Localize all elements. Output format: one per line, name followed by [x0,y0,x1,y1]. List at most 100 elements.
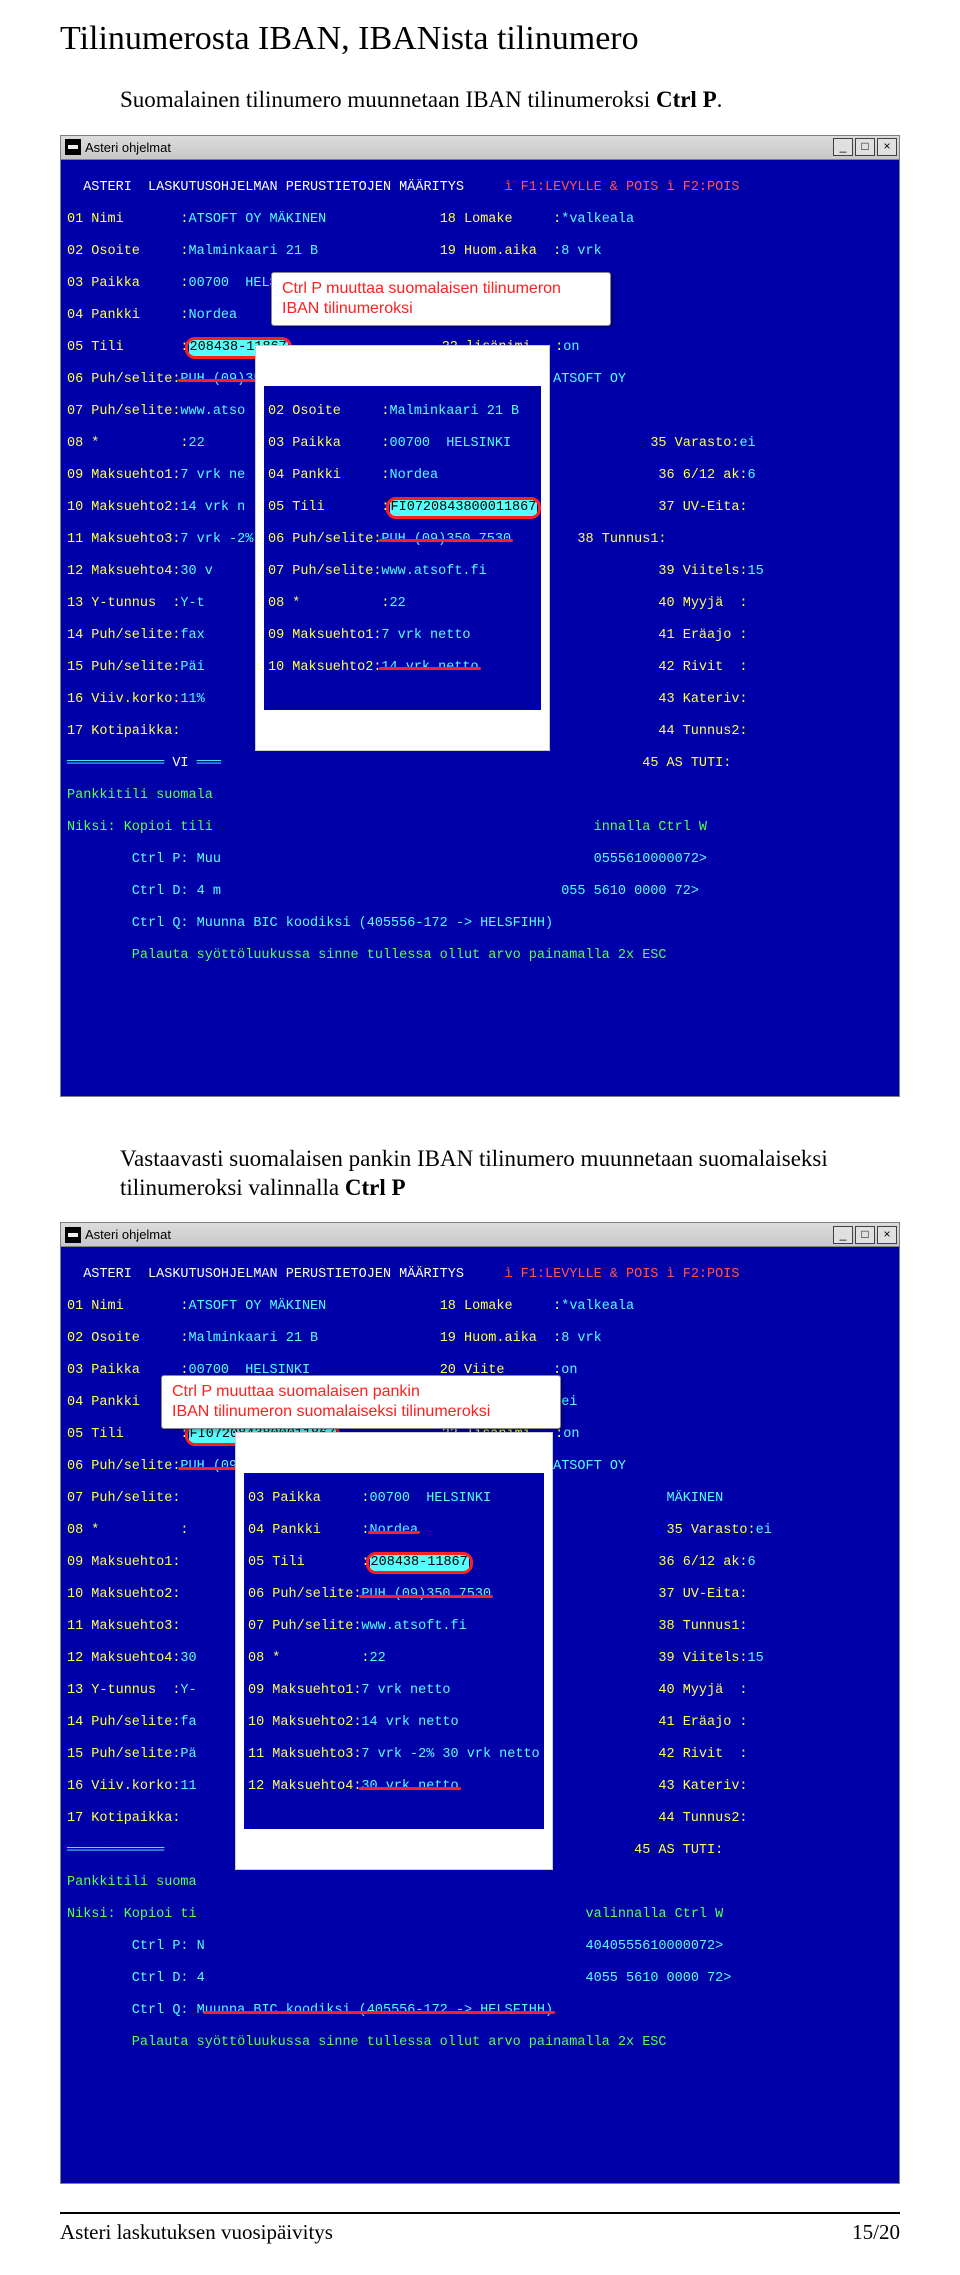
t2-l13: 13 Y-tunnus : [67,1683,180,1698]
maximize-button[interactable]: □ [855,1226,875,1244]
t2-v18[interactable]: *valkeala [561,1299,634,1314]
window-title: Asteri ohjelmat [85,140,833,155]
in2-l04: 04 Pankki : [248,1523,370,1538]
titlebar: Asteri ohjelmat _ □ × [60,135,900,159]
t2-l45: 45 AS TUTI: [634,1843,723,1858]
val-02[interactable]: Malminkaari 21 B [189,244,319,259]
val-22[interactable]: on [563,340,579,355]
val-18[interactable]: *valkeala [561,212,634,227]
val-36[interactable]: 6 [748,468,756,483]
val-13[interactable]: Y-t [180,596,204,611]
t2-help-bank: Pankkitili suoma [67,1875,197,1890]
terminal-body-1: ASTERI LASKUTUSOHJELMAN PERUSTIETOJEN MÄ… [60,159,900,1097]
val-08[interactable]: 22 [189,436,205,451]
lbl-35: 35 Varasto: [650,436,739,451]
val-23[interactable]: ATSOFT OY [553,372,626,387]
t2-div: ════════════ [67,1843,172,1858]
t2-l16: 16 Viiv.korko: [67,1779,180,1794]
t2-v20[interactable]: on [561,1363,577,1378]
help-bankline: Pankkitili suomala [67,788,213,803]
in2-v05: 208438-11867 [370,1555,469,1571]
para1-period: . [717,87,723,112]
lbl-19: 19 Huom.aika : [440,244,562,259]
in1-l07: 07 Puh/selite: [268,564,381,579]
val-14[interactable]: fax [180,628,204,643]
t2-help-ctrlp: Ctrl P: N [67,1939,205,1954]
lbl-14: 14 Puh/selite: [67,628,180,643]
lbl-13: 13 Y-tunnus : [67,596,180,611]
val-39[interactable]: 15 [748,564,764,579]
in1-l08: 08 * : [268,596,390,611]
terminal-body-2: ASTERI LASKUTUSOHJELMAN PERUSTIETOJEN MÄ… [60,1246,900,2184]
in1-l10: 10 Maksuehto2: [268,660,381,675]
t2-v36[interactable]: 6 [748,1555,756,1570]
t2-v14[interactable]: fa [180,1715,196,1730]
val-12[interactable]: 30 v [180,564,212,579]
header-help-2: ì F1:LEVYLLE & POIS ì F2:POIS [504,1267,739,1282]
system-menu-icon[interactable] [65,1227,81,1243]
in1-l06: 06 Puh/selite: [268,532,381,547]
terminal-window-1: Asteri ohjelmat _ □ × ASTERI LASKUTUSOHJ… [60,135,900,1097]
t2-v19[interactable]: 8 vrk [561,1331,602,1346]
val-04[interactable]: Nordea [189,308,238,323]
t2-v01[interactable]: ATSOFT OY MÄKINEN [189,1299,327,1314]
lbl-07: 07 Puh/selite: [67,404,180,419]
t2-l17: 17 Kotipaikka: [67,1811,180,1826]
close-button[interactable]: × [877,138,897,156]
close-button[interactable]: × [877,1226,897,1244]
intro-paragraph-1: Suomalainen tilinumero muunnetaan IBAN t… [120,86,900,115]
t2-help-niksi: Niksi: Kopioi ti [67,1907,197,1922]
maximize-button[interactable]: □ [855,138,875,156]
t2-v16[interactable]: 11 [180,1779,196,1794]
val-10[interactable]: 14 vrk n [180,500,245,515]
in2-l08: 08 * : [248,1651,370,1666]
val-35[interactable]: ei [739,436,755,451]
t2-l40: 40 Myyjä : [658,1683,747,1698]
val-07[interactable]: www.atso [180,404,245,419]
t2-l15: 15 Puh/selite: [67,1747,180,1762]
minimize-button[interactable]: _ [833,138,853,156]
t2-v39[interactable]: 15 [748,1651,764,1666]
t2-v21[interactable]: ei [561,1395,577,1410]
t2-v12[interactable]: 30 [180,1651,196,1666]
t2-v13[interactable]: Y- [180,1683,196,1698]
t2-v15[interactable]: Pä [180,1747,196,1762]
header-help: ì F1:LEVYLLE & POIS ì F2:POIS [504,180,739,195]
lbl-42: 42 Rivit : [658,660,747,675]
t2-help-pal: Palauta syöttöluukussa sinne tullessa ol… [67,2035,667,2050]
in2-v11: 7 vrk -2% 30 vrk netto [361,1747,539,1762]
footer-rule [60,2212,900,2214]
t2-l10: 10 Maksuehto2: [67,1587,180,1602]
t2-l07: 07 Puh/selite: [67,1491,180,1506]
val-19[interactable]: 8 vrk [561,244,602,259]
in2-l06: 06 Puh/selite: [248,1587,361,1602]
in1-v08: 22 [390,596,406,611]
minimize-button[interactable]: _ [833,1226,853,1244]
lbl-06: 06 Puh/selite: [67,372,180,387]
lbl-16: 16 Viiv.korko: [67,692,180,707]
val-15[interactable]: Päi [180,660,204,675]
lbl-12: 12 Maksuehto4: [67,564,180,579]
t2-l41: 41 Eräajo : [658,1715,747,1730]
t2-v23[interactable]: ATSOFT OY [553,1459,626,1474]
inset-panel-2: 03 Paikka :00700 HELSINKI 04 Pankki :Nor… [236,1433,552,1869]
val-16[interactable]: 11% [180,692,204,707]
in1-v06: PUH (09)350 7530 [381,532,511,547]
callout2-line1: Ctrl P muuttaa suomalaisen pankin [172,1382,550,1402]
t2-v22[interactable]: on [563,1427,579,1442]
in2-l05: 05 Tili : [248,1555,370,1570]
val-09[interactable]: 7 vrk ne [180,468,245,483]
t2-l02: 02 Osoite : [67,1331,189,1346]
callout-tooltip-2: Ctrl P muuttaa suomalaisen pankin IBAN t… [161,1375,561,1429]
lbl-38: 38 Tunnus1: [577,532,666,547]
t2-v02[interactable]: Malminkaari 21 B [189,1331,319,1346]
t2-v35[interactable]: ei [756,1523,772,1538]
in2-l03: 03 Paikka : [248,1491,370,1506]
lbl-41: 41 Eräajo : [658,628,747,643]
system-menu-icon[interactable] [65,139,81,155]
in2-v09: 7 vrk netto [361,1683,450,1698]
val-01[interactable]: ATSOFT OY MÄKINEN [189,212,327,227]
lbl-44: 44 Tunnus2: [658,724,747,739]
t2-v23b[interactable]: MÄKINEN [667,1491,724,1506]
t2-help-n1: 404055561000007​2> [586,1939,724,1954]
